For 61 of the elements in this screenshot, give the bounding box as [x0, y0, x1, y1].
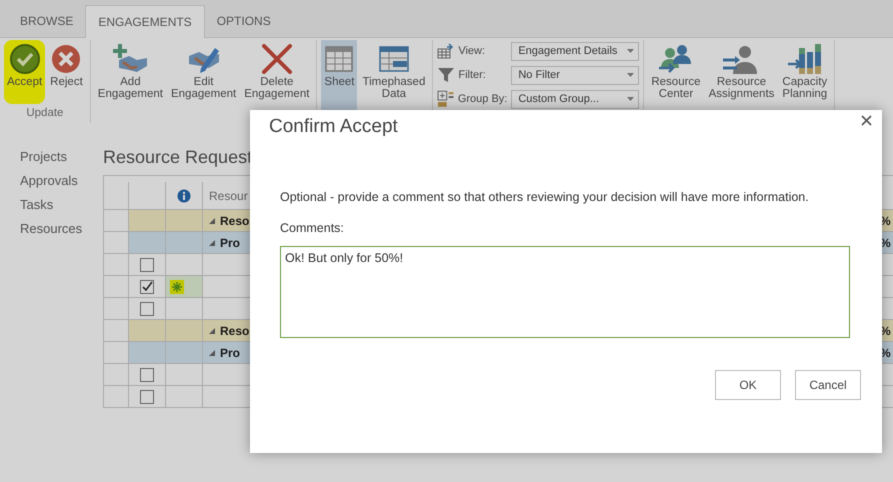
- row-title: Pro: [220, 236, 240, 250]
- cross-icon: [260, 44, 293, 74]
- ribbon-button[interactable]: Accept: [4, 40, 46, 104]
- field-label: View:: [458, 45, 486, 57]
- checkbox[interactable]: [140, 302, 154, 316]
- dropdown[interactable]: Engagement Details: [511, 42, 640, 60]
- checkbox[interactable]: [140, 280, 154, 294]
- grid-icon: [325, 46, 354, 72]
- dropdown[interactable]: No Filter: [511, 66, 640, 84]
- caret-icon: [627, 49, 634, 53]
- ribbon-button[interactable]: Add Engagement: [94, 40, 166, 104]
- caret-icon: [627, 97, 634, 101]
- stacked-bars-arrow-icon: [786, 44, 823, 74]
- dialog-title: Confirm Accept: [269, 116, 398, 138]
- field-label: Comments:: [280, 221, 345, 235]
- dialog-button[interactable]: OK: [715, 370, 781, 400]
- ribbon-button[interactable]: Edit Engagement: [168, 40, 240, 104]
- checkbox[interactable]: [140, 368, 154, 382]
- funnel-icon: [437, 67, 456, 83]
- row-title: Pro: [220, 346, 240, 360]
- dialog-message: Optional - provide a comment so that others reviewing your decision will have more information.: [280, 190, 810, 204]
- check-circle-icon: [8, 43, 41, 75]
- ribbon-button[interactable]: Resource Center: [648, 40, 704, 104]
- collapse-icon: [209, 328, 215, 334]
- row-title: Reso: [220, 214, 250, 228]
- info-icon: [177, 188, 191, 202]
- group-icon: [437, 90, 455, 108]
- nav-link[interactable]: Projects: [20, 149, 103, 164]
- cross-circle-icon: [50, 43, 82, 75]
- sparkle-icon: [170, 280, 184, 294]
- row-title: Reso: [220, 324, 250, 338]
- collapse-icon: [209, 350, 215, 356]
- table-arrows-icon: [437, 43, 456, 59]
- ribbon-button[interactable]: Timephased Data: [359, 40, 428, 104]
- ribbon-tab[interactable]: BROWSE: [8, 5, 86, 37]
- caret-icon: [627, 73, 634, 77]
- collapse-icon: [209, 240, 215, 246]
- ribbon-button[interactable]: Resource Assignments: [706, 40, 778, 104]
- ribbon-tab[interactable]: OPTIONS: [204, 5, 283, 37]
- dialog-button[interactable]: Cancel: [795, 370, 861, 400]
- timeline-grid-icon: [378, 46, 409, 72]
- checkbox[interactable]: [140, 258, 154, 272]
- people-arrow-icon: [658, 44, 694, 74]
- dropdown[interactable]: Custom Group...: [511, 90, 640, 108]
- checkbox[interactable]: [140, 390, 154, 404]
- ribbon-button[interactable]: Capacity Planning: [779, 40, 830, 104]
- field-label: Filter:: [458, 69, 486, 81]
- nav-link[interactable]: Approvals: [20, 173, 103, 188]
- collapse-icon: [209, 218, 215, 224]
- ribbon-tab[interactable]: ENGAGEMENTS: [85, 5, 205, 38]
- table-cell: [129, 210, 166, 232]
- ribbon-button[interactable]: Delete Engagement: [241, 40, 312, 104]
- close-icon: [861, 115, 872, 126]
- nav-link[interactable]: Tasks: [20, 197, 103, 212]
- group-label: Update: [25, 107, 64, 121]
- field-label: Group By:: [458, 93, 508, 105]
- handshake-plus-icon: [113, 44, 148, 74]
- comment-field[interactable]: Ok! But only for 50%!: [280, 246, 850, 338]
- page-title: Resource Request: [103, 147, 254, 169]
- ribbon-button[interactable]: Reject: [47, 40, 86, 104]
- nav-link[interactable]: Resources: [20, 221, 103, 236]
